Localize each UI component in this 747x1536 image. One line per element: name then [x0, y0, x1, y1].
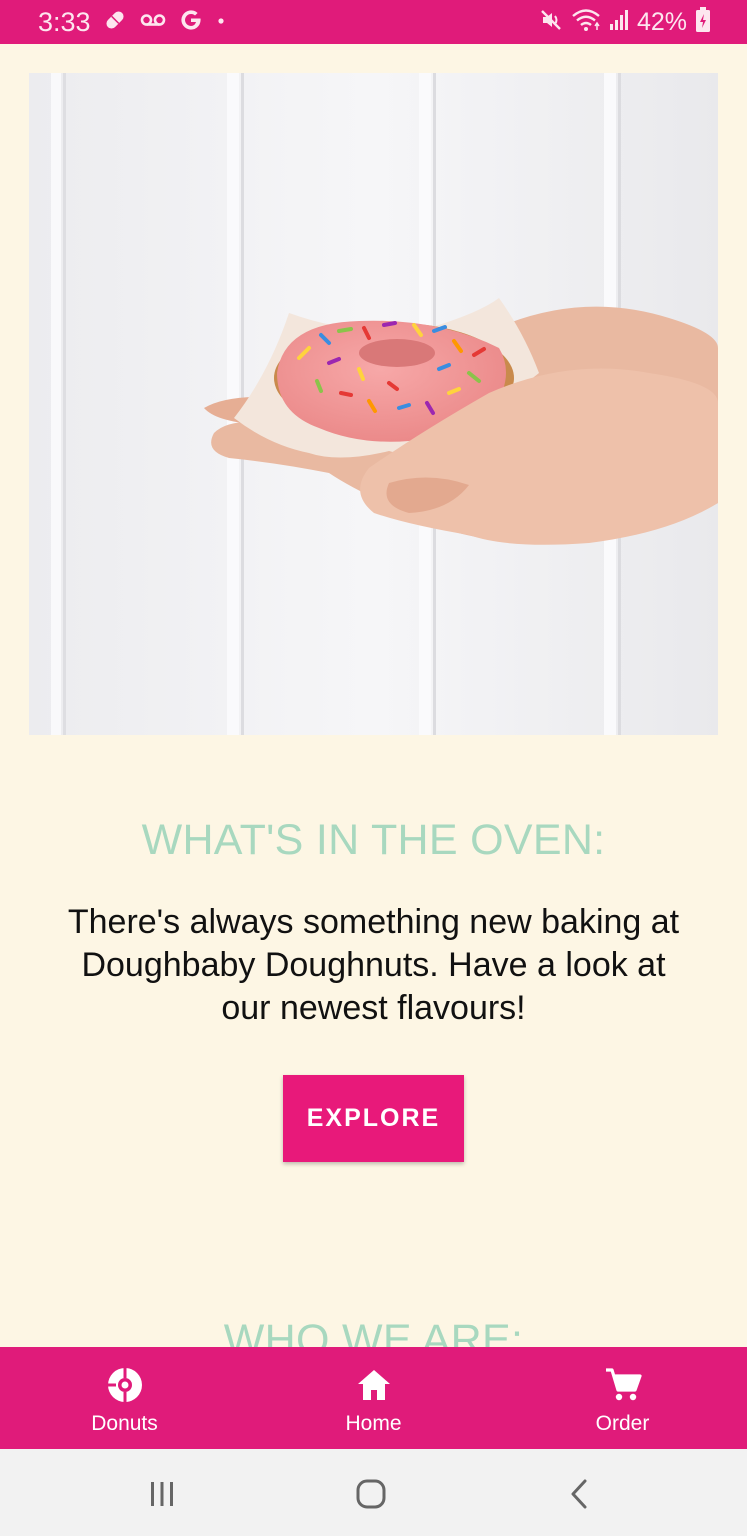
nav-item-order[interactable]: Order	[498, 1347, 747, 1449]
status-time: 3:33	[38, 7, 91, 37]
nav-item-donuts[interactable]: Donuts	[0, 1347, 249, 1449]
hero-image	[29, 73, 718, 735]
wifi-icon	[571, 8, 601, 37]
cart-icon	[604, 1366, 642, 1409]
system-navigation-bar	[0, 1449, 747, 1536]
nav-label-donuts: Donuts	[91, 1412, 158, 1435]
bottom-navigation: Donuts Home Order	[0, 1347, 747, 1449]
status-left-icons	[102, 8, 226, 36]
status-right: 42%	[539, 6, 711, 38]
home-circle-icon[interactable]	[351, 1474, 391, 1514]
donut-photo	[29, 73, 718, 735]
explore-button[interactable]: EXPLORE	[283, 1075, 464, 1162]
signal-icon	[609, 9, 629, 36]
dot-icon	[216, 13, 226, 31]
voicemail-icon	[140, 11, 166, 34]
donut-icon	[106, 1366, 144, 1409]
home-icon	[355, 1366, 393, 1409]
home-content[interactable]: WHAT'S IN THE OVEN: There's always somet…	[0, 44, 747, 1347]
recents-icon[interactable]	[142, 1474, 182, 1514]
who-section-title: WHO WE ARE:	[223, 1316, 524, 1347]
back-icon[interactable]	[560, 1474, 600, 1514]
battery-charging-icon	[695, 6, 711, 38]
mute-icon	[539, 8, 563, 37]
medication-icon	[102, 7, 128, 38]
oven-section-title: WHAT'S IN THE OVEN:	[141, 816, 606, 864]
nav-label-home: Home	[345, 1412, 402, 1435]
status-bar: 3:33 42%	[0, 0, 747, 44]
google-icon	[178, 7, 204, 38]
battery-percent: 42%	[636, 7, 687, 36]
oven-section-description: There's always something new baking at D…	[67, 903, 680, 1027]
nav-item-home[interactable]: Home	[249, 1347, 498, 1449]
nav-label-order: Order	[595, 1412, 650, 1435]
